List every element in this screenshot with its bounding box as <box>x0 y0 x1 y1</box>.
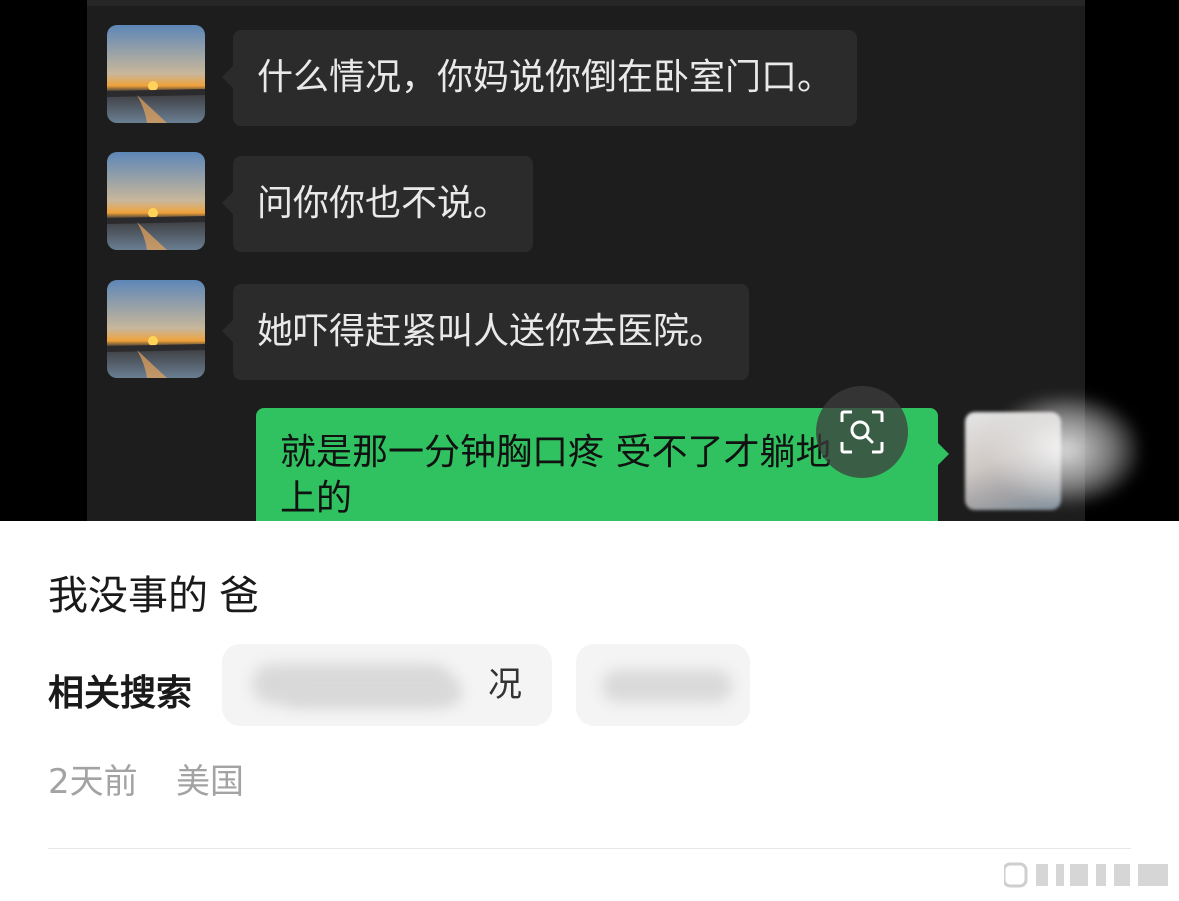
scan-search-icon[interactable] <box>838 408 886 456</box>
sender-avatar <box>107 280 205 378</box>
post-time: 2天前 <box>48 762 138 802</box>
blur-overlay <box>990 395 1140 505</box>
sunset-avatar-icon <box>107 152 205 250</box>
message-text: 什么情况，你妈说你倒在卧室门口。 <box>257 57 834 98</box>
sunset-avatar-icon <box>107 280 205 378</box>
redaction-smudge <box>282 678 462 706</box>
chip-text: 况 <box>488 665 522 705</box>
message-text-line: 上的 <box>280 478 353 519</box>
message-bubble-left: 问你你也不说。 <box>221 156 534 252</box>
top-strip <box>87 0 1085 6</box>
message-text: 问你你也不说。 <box>257 183 510 224</box>
related-search-chip[interactable] <box>576 644 750 726</box>
related-search-label: 相关搜索 <box>48 673 193 714</box>
redaction-smudge <box>602 670 732 702</box>
related-search-chip[interactable]: 况 <box>222 644 552 726</box>
sender-avatar <box>107 152 205 250</box>
chat-panel: 什么情况，你妈说你倒在卧室门口。 问你你也不说。 她吓得赶紧叫人送你去医院。 就… <box>87 0 1085 521</box>
message-bubble-left: 什么情况，你妈说你倒在卧室门口。 <box>221 30 858 126</box>
sunset-avatar-icon <box>107 25 205 123</box>
watermark-icon <box>1004 862 1168 888</box>
divider <box>48 848 1131 849</box>
message-text: 她吓得赶紧叫人送你去医院。 <box>257 311 726 352</box>
post-caption: 我没事的 爸 <box>48 574 260 618</box>
message-bubble-left: 她吓得赶紧叫人送你去医院。 <box>221 284 750 380</box>
sender-avatar <box>107 25 205 123</box>
chat-screenshot[interactable]: 什么情况，你妈说你倒在卧室门口。 问你你也不说。 她吓得赶紧叫人送你去医院。 就… <box>0 0 1179 521</box>
post-location: 美国 <box>176 762 244 802</box>
